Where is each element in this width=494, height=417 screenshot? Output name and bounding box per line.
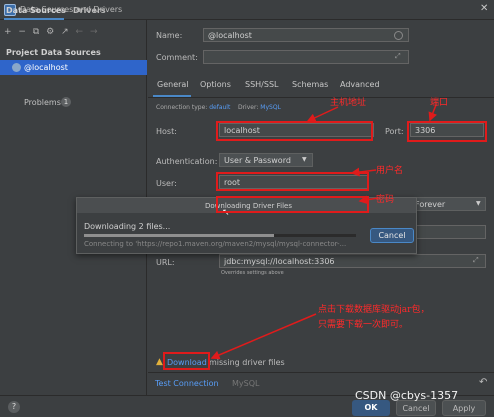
annotation-download-line2: 只需要下载一次即可。 <box>318 320 409 330</box>
annotation-arrow-host <box>306 106 339 122</box>
annotation-arrows <box>210 104 437 360</box>
annotation-port: 端口 <box>430 98 449 108</box>
annotation-arrow-download <box>210 313 317 360</box>
annotation-download-line1: 点击下载数据库驱动jar包， <box>318 305 430 315</box>
annotation-host: 主机地址 <box>330 98 367 108</box>
annotation-password: 密码 <box>376 195 395 205</box>
annotation-user: 用户名 <box>376 166 404 176</box>
annotation-arrow-user <box>350 167 377 177</box>
